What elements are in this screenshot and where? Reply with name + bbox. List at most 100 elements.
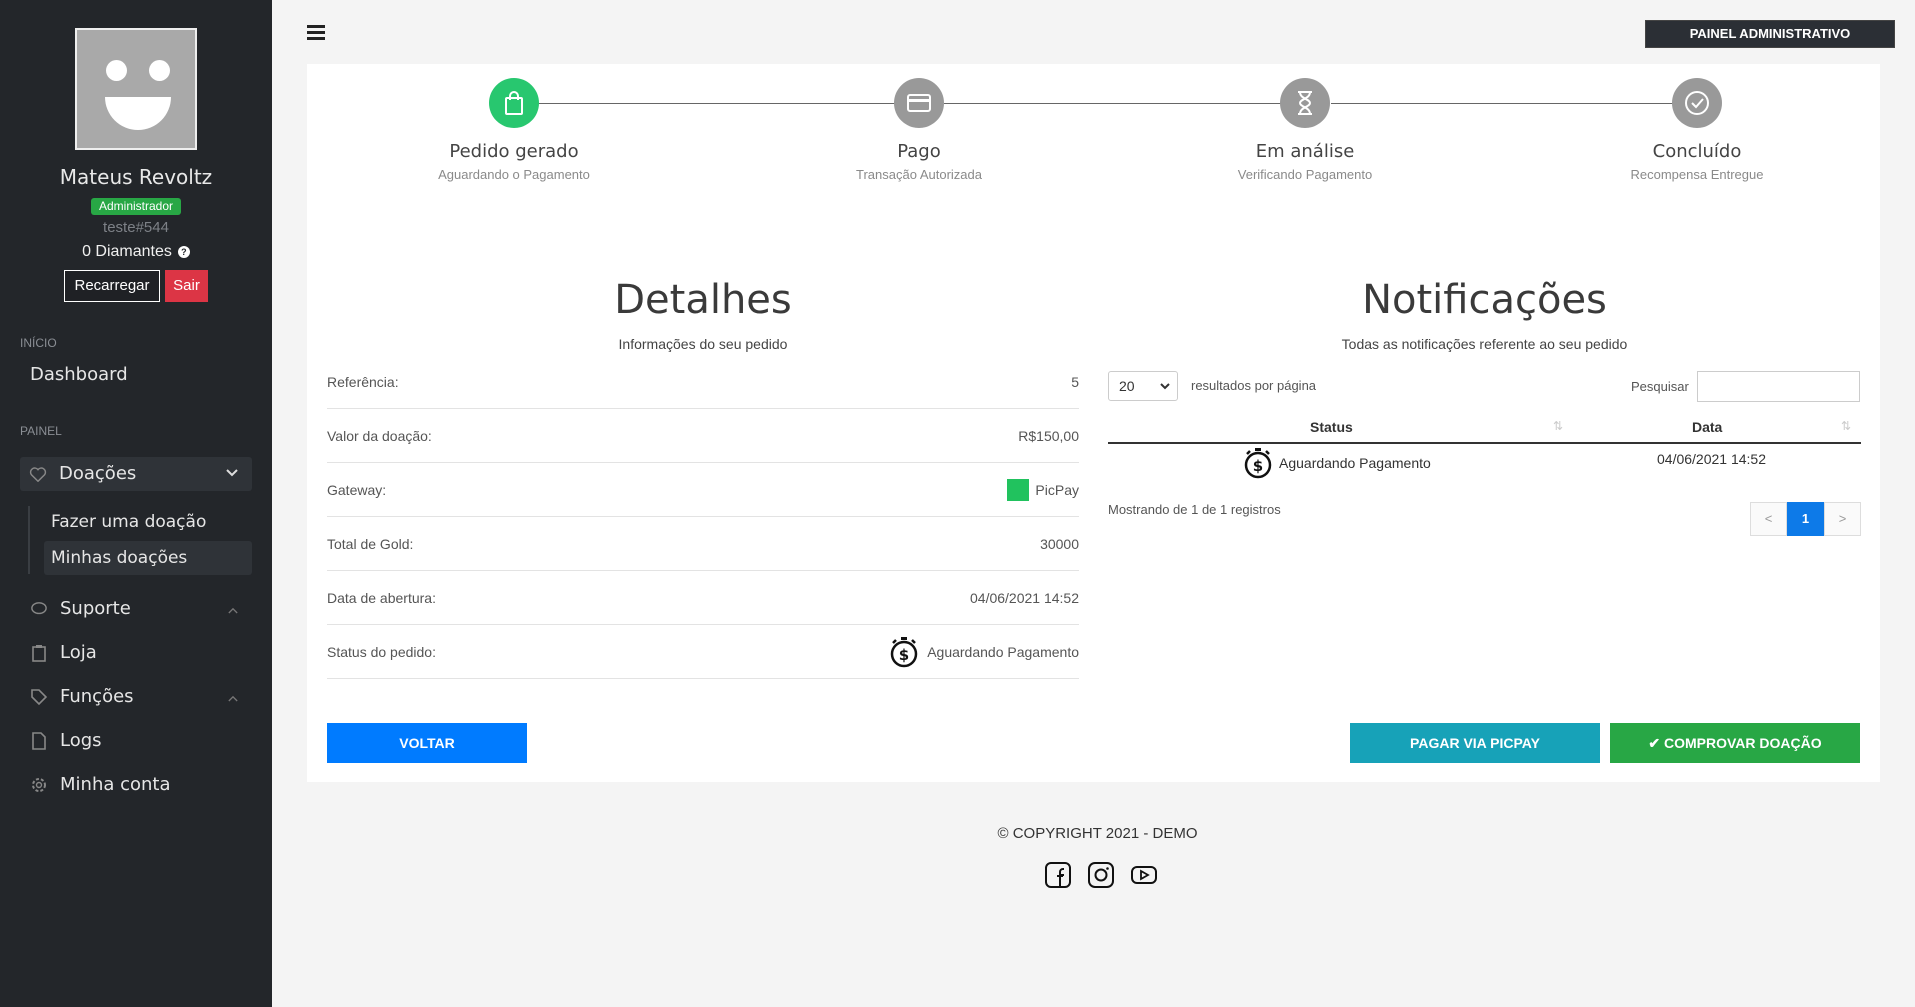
pay-picpay-button[interactable]: PAGAR VIA PICPAY — [1350, 723, 1600, 763]
detail-value-gateway: PicPay — [1007, 478, 1079, 501]
prove-donation-button[interactable]: ✔ COMPROVAR DOAÇÃO — [1610, 723, 1860, 763]
nav-item-make-donation[interactable]: Fazer uma doação — [44, 505, 252, 539]
detail-value: PicPay — [1035, 481, 1079, 498]
step-title: Pago — [897, 141, 941, 162]
svg-text:$: $ — [899, 646, 909, 664]
stopwatch-dollar-icon: $ — [1244, 448, 1272, 479]
chevron-down-icon — [226, 469, 238, 477]
picpay-logo-icon — [1007, 478, 1030, 501]
table-info: Mostrando de 1 de 1 registros — [1108, 502, 1281, 517]
menu-toggle-icon[interactable] — [307, 24, 325, 40]
results-per-page-label: resultados por página — [1191, 378, 1317, 393]
sidebar: Mateus Revoltz Administrador teste#544 0… — [0, 0, 272, 1007]
nav-item-donations[interactable]: Doações — [29, 463, 136, 484]
step-subtitle: Verificando Pagamento — [1237, 167, 1373, 182]
step-title: Em análise — [1255, 141, 1355, 162]
tag-icon — [31, 688, 48, 705]
clipboard-icon — [32, 644, 46, 662]
step-subtitle: Recompensa Entregue — [1630, 167, 1764, 182]
stepper-line — [944, 103, 1306, 104]
hourglass-icon — [1298, 91, 1312, 115]
shopping-bag-icon — [505, 91, 523, 115]
nav-item-functions[interactable]: Funções — [30, 686, 134, 707]
nav-item-label: Logs — [60, 730, 102, 751]
step-subtitle: Aguardando o Pagamento — [438, 167, 590, 182]
stopwatch-dollar-icon: $ — [890, 636, 918, 667]
prove-donation-label: COMPROVAR DOAÇÃO — [1663, 735, 1822, 751]
details-subtitle: Informações do seu pedido — [618, 336, 788, 352]
nav-item-label: Funções — [60, 686, 134, 707]
table-cell-status: $ Aguardando Pagamento — [1243, 447, 1431, 479]
detail-value: 5 — [1071, 373, 1079, 390]
nav-section-panel: PAINEL — [20, 424, 62, 438]
instagram-icon[interactable] — [1088, 862, 1114, 888]
step-icon-order-generated — [489, 78, 539, 128]
admin-panel-button[interactable]: PAINEL ADMINISTRATIVO — [1645, 20, 1895, 48]
check-icon: ✔ — [1648, 735, 1661, 751]
nav-item-label: Suporte — [60, 598, 131, 619]
nav-item-store[interactable]: Loja — [30, 642, 97, 663]
user-tag: teste#544 — [103, 219, 169, 236]
nav-item-my-account[interactable]: Minha conta — [30, 774, 171, 795]
notifications-subtitle: Todas as notificações referente ao seu p… — [1341, 336, 1628, 352]
nav-item-support[interactable]: Suporte — [30, 598, 131, 619]
page-size-select[interactable]: 20 — [1108, 371, 1178, 401]
step-icon-completed — [1672, 78, 1722, 128]
pagination-page-1[interactable]: 1 — [1787, 502, 1824, 536]
chevron-up-icon — [228, 695, 238, 702]
detail-value: R$150,00 — [1018, 427, 1079, 444]
chevron-down-icon — [1160, 383, 1170, 390]
help-icon[interactable]: ? — [177, 246, 190, 258]
pagination-next[interactable]: > — [1824, 502, 1861, 536]
detail-row-amount: Valor da doação: R$150,00 — [327, 409, 1079, 463]
check-circle-icon — [1685, 91, 1709, 115]
detail-row-date: Data de abertura: 04/06/2021 14:52 — [327, 571, 1079, 625]
youtube-icon[interactable] — [1131, 862, 1157, 888]
detail-label: Referência: — [327, 373, 399, 390]
credit-card-icon — [907, 94, 931, 112]
nav-item-label: Dashboard — [30, 364, 128, 385]
detail-label: Valor da doação: — [327, 427, 432, 444]
notifications-title: Notificações — [1362, 277, 1607, 323]
column-header-status[interactable]: Status — [1310, 419, 1353, 435]
diamonds-balance: 0 Diamantes? — [0, 243, 272, 261]
facebook-icon[interactable] — [1045, 862, 1071, 888]
nav-item-label: Doações — [59, 463, 137, 484]
heart-icon — [29, 466, 47, 482]
detail-row-status: Status do pedido: $ Aguardando Pagamento — [327, 625, 1079, 679]
detail-label: Total de Gold: — [327, 535, 414, 552]
diamonds-label: 0 Diamantes — [82, 243, 172, 260]
sort-icon[interactable]: ⇅ — [1553, 419, 1563, 433]
step-title: Pedido gerado — [449, 141, 579, 162]
recharge-button[interactable]: Recarregar — [64, 270, 160, 302]
detail-row-gold: Total de Gold: 30000 — [327, 517, 1079, 571]
nav-group-donations[interactable]: Doações — [20, 457, 252, 491]
table-cell-date: 04/06/2021 14:52 — [1657, 451, 1766, 467]
logout-button[interactable]: Sair — [165, 270, 208, 302]
copyright: © COPYRIGHT 2021 - DEMO — [997, 825, 1198, 842]
chevron-up-icon — [228, 607, 238, 614]
pagination-prev[interactable]: < — [1750, 502, 1787, 536]
nav-item-my-donations[interactable]: Minhas doações — [44, 541, 252, 575]
nav-item-logs[interactable]: Logs — [30, 730, 102, 751]
table-header-divider — [1108, 442, 1861, 444]
column-header-date[interactable]: Data — [1692, 419, 1722, 435]
page-size-value: 20 — [1119, 378, 1135, 394]
detail-label: Data de abertura: — [327, 589, 436, 606]
avatar — [75, 28, 197, 150]
nav-item-label: Loja — [60, 642, 97, 663]
sort-icon[interactable]: ⇅ — [1841, 419, 1851, 433]
document-icon — [32, 731, 46, 750]
detail-value-status: $ Aguardando Pagamento — [889, 636, 1079, 668]
nav-item-dashboard[interactable]: Dashboard — [30, 364, 128, 385]
chat-icon — [31, 601, 47, 614]
details-title: Detalhes — [614, 277, 792, 323]
role-badge: Administrador — [91, 198, 181, 215]
step-subtitle: Transação Autorizada — [856, 167, 982, 182]
stepper-line — [538, 103, 926, 104]
search-input[interactable] — [1697, 371, 1860, 402]
detail-value: 04/06/2021 14:52 — [970, 589, 1079, 606]
detail-label: Status do pedido: — [327, 643, 436, 660]
back-button[interactable]: VOLTAR — [327, 723, 527, 763]
status-text: Aguardando Pagamento — [1279, 455, 1431, 471]
